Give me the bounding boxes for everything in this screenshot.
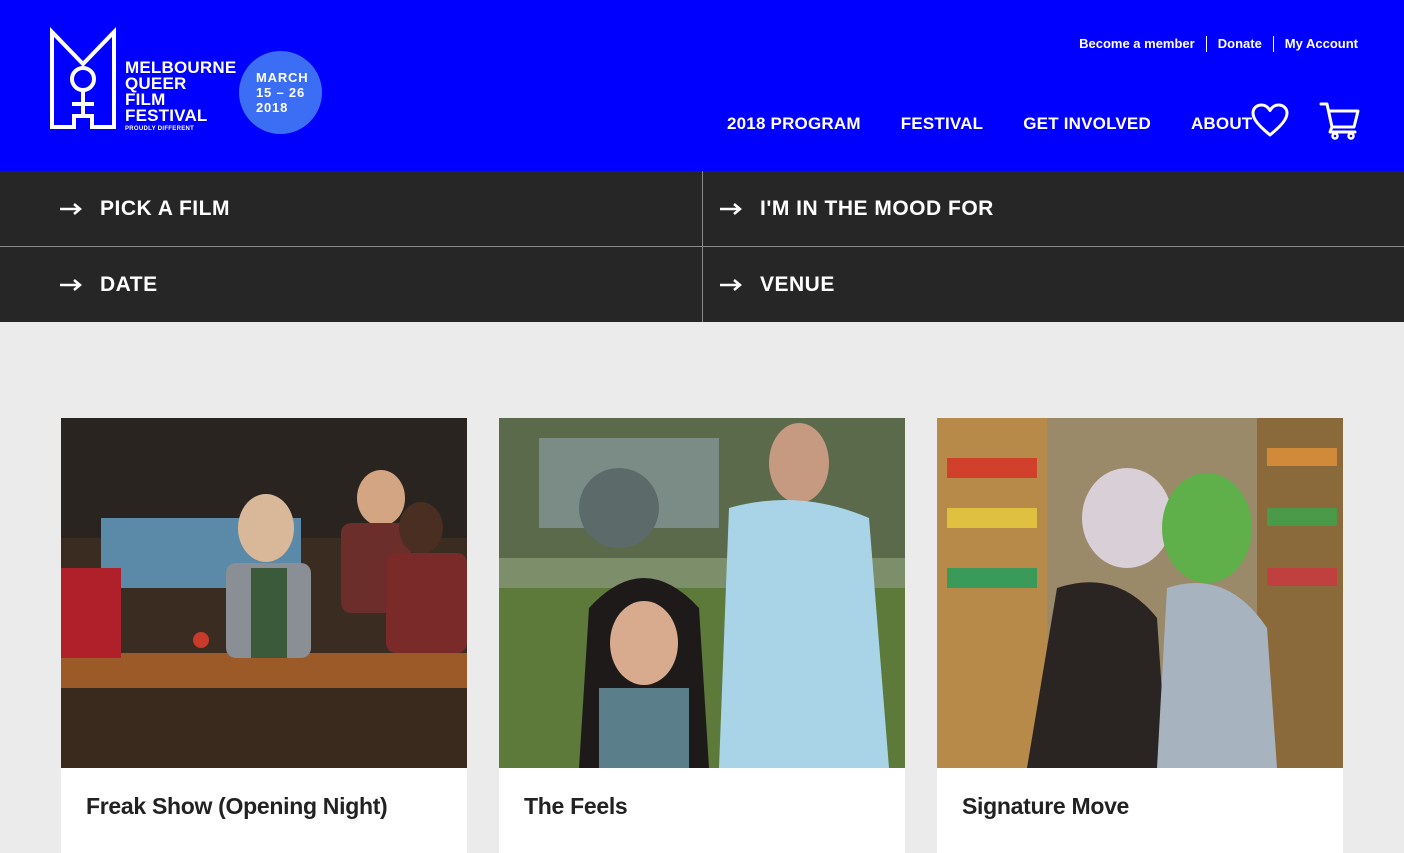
logo-tagline: PROUDLY DIFFERENT	[125, 126, 195, 132]
arrow-right-icon	[60, 202, 82, 215]
logo-text: MELBOURNE QUEER FILM FESTIVAL PROUDLY DI…	[125, 59, 236, 133]
filter-venue[interactable]: VENUE	[720, 247, 835, 322]
filter-mood[interactable]: I'M IN THE MOOD FOR	[720, 171, 994, 246]
arrow-right-icon	[720, 202, 742, 215]
filter-label: DATE	[100, 272, 158, 296]
filter-label: I'M IN THE MOOD FOR	[760, 196, 994, 220]
nav-2018-program[interactable]: 2018 PROGRAM	[727, 114, 861, 134]
heart-icon[interactable]	[1250, 102, 1290, 138]
nav-festival[interactable]: FESTIVAL	[901, 114, 984, 134]
film-still-image	[61, 418, 467, 768]
film-still-image	[499, 418, 905, 768]
arrow-right-icon	[60, 278, 82, 291]
festival-logo-icon	[50, 27, 116, 129]
donate-link[interactable]: Donate	[1205, 36, 1273, 52]
film-title[interactable]: Freak Show (Opening Night)	[86, 793, 388, 820]
badge-month: MARCH	[256, 70, 309, 85]
site-header: MELBOURNE QUEER FILM FESTIVAL PROUDLY DI…	[0, 0, 1404, 171]
logo-line: FESTIVAL	[125, 106, 208, 125]
my-account-link[interactable]: My Account	[1272, 36, 1358, 52]
cart-icon[interactable]	[1318, 100, 1360, 140]
festival-date-badge: MARCH 15 – 26 2018	[239, 51, 322, 134]
utility-nav: Become a member Donate My Account	[1079, 36, 1358, 52]
program-filter-bar: PICK A FILM I'M IN THE MOOD FOR DATE VEN…	[0, 171, 1404, 322]
film-card[interactable]: Freak Show (Opening Night)	[61, 418, 467, 853]
badge-days: 15 – 26	[256, 85, 305, 100]
film-still-image	[937, 418, 1343, 768]
badge-year: 2018	[256, 100, 289, 115]
filter-label: PICK A FILM	[100, 196, 230, 220]
film-title[interactable]: The Feels	[524, 793, 628, 820]
arrow-right-icon	[720, 278, 742, 291]
film-title[interactable]: Signature Move	[962, 793, 1129, 820]
film-card[interactable]: The Feels	[499, 418, 905, 853]
main-nav: 2018 PROGRAM FESTIVAL GET INVOLVED ABOUT	[727, 114, 1292, 134]
nav-get-involved[interactable]: GET INVOLVED	[1023, 114, 1151, 134]
filter-date[interactable]: DATE	[60, 247, 158, 322]
become-member-link[interactable]: Become a member	[1079, 36, 1206, 52]
filter-divider	[702, 171, 703, 322]
nav-about[interactable]: ABOUT	[1191, 114, 1252, 134]
filter-pick-a-film[interactable]: PICK A FILM	[60, 171, 230, 246]
filter-label: VENUE	[760, 272, 835, 296]
film-card[interactable]: Signature Move	[937, 418, 1343, 853]
